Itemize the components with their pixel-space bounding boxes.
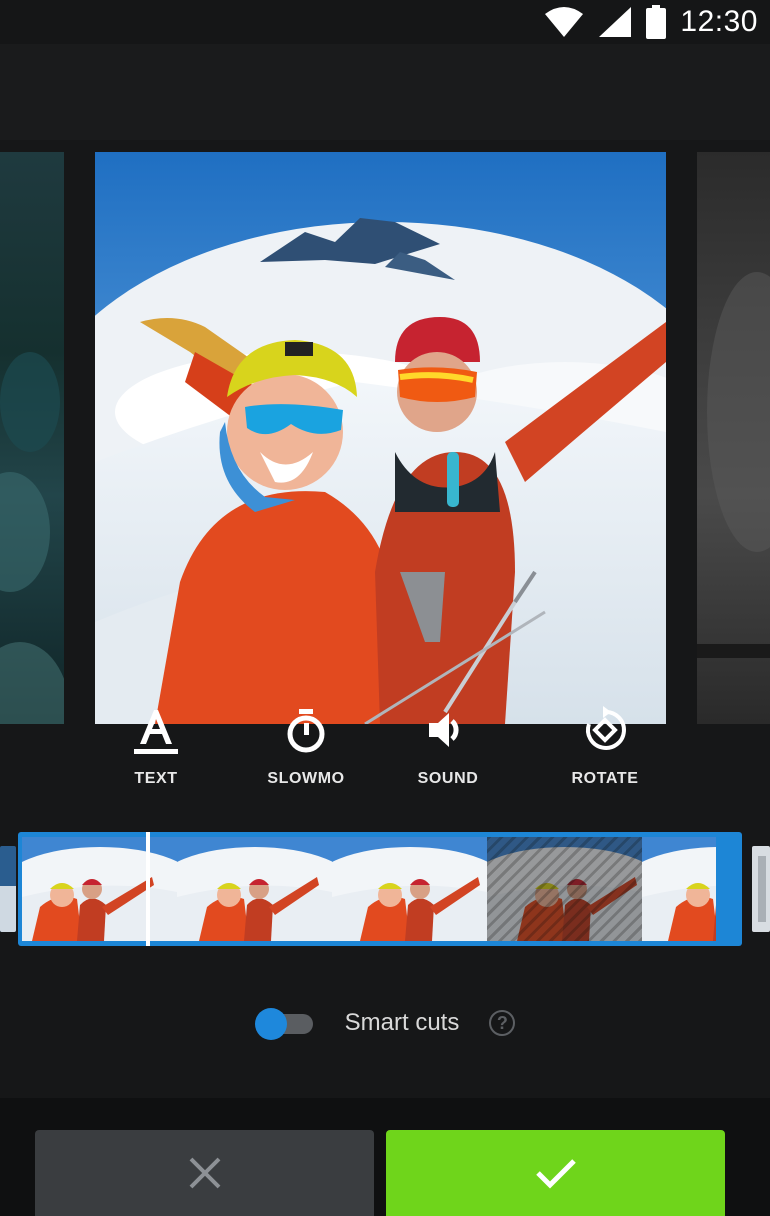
check-icon <box>535 1159 576 1189</box>
battery-icon <box>646 5 667 39</box>
rotate-tool-button[interactable]: ROTATE <box>530 700 680 788</box>
timeline-frame-cut <box>487 837 642 941</box>
stopwatch-icon <box>283 700 329 760</box>
help-icon[interactable]: ? <box>489 1010 516 1036</box>
status-bar: 12:30 <box>0 0 770 44</box>
timeline-frame <box>22 837 177 941</box>
editing-toolbar: TEXT SLOWMO SOUND ROTATE <box>0 700 770 810</box>
text-tool-label: TEXT <box>134 770 178 787</box>
rotate-tool-label: ROTATE <box>571 770 639 787</box>
next-media-thumbnail[interactable] <box>697 152 770 724</box>
smart-cuts-row: Smart cuts ? <box>0 1000 770 1046</box>
text-tool-button[interactable]: TEXT <box>81 700 231 788</box>
timeline-frame <box>177 837 332 941</box>
selected-media-preview[interactable] <box>95 152 666 724</box>
smart-cuts-label: Smart cuts <box>344 1009 460 1036</box>
timeline-playhead[interactable] <box>146 832 150 946</box>
timeline-frame <box>642 837 716 941</box>
close-icon <box>189 1157 220 1189</box>
app-bar <box>0 44 770 140</box>
text-format-icon <box>132 700 180 760</box>
clip-timeline[interactable] <box>0 832 770 946</box>
sound-tool-label: SOUND <box>417 770 479 787</box>
smart-cuts-toggle[interactable] <box>254 1008 315 1040</box>
previous-media-thumbnail[interactable] <box>0 152 64 724</box>
slowmo-tool-label: SLOWMO <box>267 770 345 787</box>
cellular-signal-icon <box>599 7 632 37</box>
timeline-frame <box>332 837 487 941</box>
status-time: 12:30 <box>680 5 758 38</box>
confirm-button[interactable] <box>386 1130 725 1216</box>
speaker-icon <box>425 700 471 760</box>
bottom-action-bar <box>0 1098 770 1216</box>
rotate-icon <box>581 700 629 760</box>
toggle-knob <box>254 1008 287 1040</box>
status-icons: 12:30 <box>544 0 758 44</box>
media-carousel[interactable] <box>0 152 770 724</box>
wifi-icon <box>545 7 584 37</box>
timeline-frames <box>22 837 716 941</box>
sound-tool-button[interactable]: SOUND <box>373 700 523 788</box>
slowmo-tool-button[interactable]: SLOWMO <box>231 700 381 788</box>
cancel-button[interactable] <box>35 1130 374 1216</box>
